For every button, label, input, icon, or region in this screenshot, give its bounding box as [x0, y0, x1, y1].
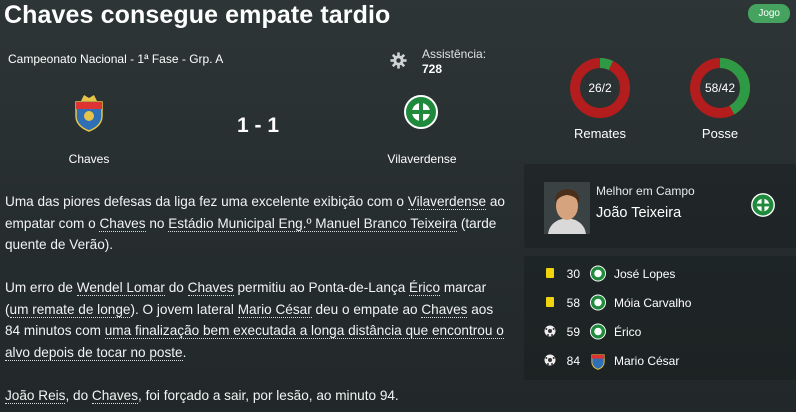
- event-player[interactable]: Móia Carvalho: [614, 296, 691, 310]
- event-row[interactable]: 84 Mario César: [524, 350, 796, 372]
- vilaverdense-crest-icon[interactable]: [404, 92, 438, 132]
- chaves-crest-icon[interactable]: [72, 92, 106, 132]
- yellow-card-icon: [546, 297, 554, 307]
- stadium-link[interactable]: Estádio Municipal Eng.º Manuel Branco Te…: [168, 215, 458, 232]
- chaves-crest-icon: [591, 354, 605, 370]
- mom-player-name[interactable]: João Teixeira: [596, 205, 681, 221]
- match-events-panel: 30 José Lopes 58 Móia Carvalho 59 Érico: [524, 256, 796, 380]
- gear-icon: [390, 52, 407, 69]
- report-paragraph: Uma das piores defesas da liga fez uma e…: [5, 191, 505, 256]
- event-player[interactable]: José Lopes: [614, 267, 675, 281]
- match-stats-panel: 26/2 Remates 58/42 Posse: [524, 44, 796, 152]
- event-player[interactable]: Érico: [614, 325, 641, 339]
- report-text: ). O jovem lateral: [130, 301, 234, 317]
- team-link[interactable]: Vilaverdense: [407, 194, 487, 210]
- team-link[interactable]: Chaves: [187, 280, 234, 296]
- possession-stat[interactable]: 58/42 Posse: [680, 56, 760, 141]
- page-title: Chaves consegue empate tardio: [4, 1, 391, 29]
- team-link[interactable]: Chaves: [421, 301, 468, 318]
- report-text: no: [149, 215, 165, 231]
- away-team-name[interactable]: Vilaverdense: [352, 152, 492, 166]
- event-player[interactable]: Mario César: [614, 354, 679, 368]
- report-text: do: [168, 280, 184, 295]
- report-paragraph: João Reis, do Chaves, foi forçado a sair…: [5, 385, 505, 407]
- event-minute: 59: [566, 325, 580, 339]
- ball-icon: [544, 325, 556, 337]
- player-link[interactable]: Érico: [409, 280, 441, 296]
- shots-value: 26/2: [588, 81, 612, 95]
- vilaverdense-crest-icon: [590, 265, 606, 282]
- report-text: permitiu ao Ponta-de-Lança: [237, 280, 406, 295]
- report-text: deu o empate ao: [315, 301, 418, 317]
- man-of-the-match-panel[interactable]: Melhor em Campo João Teixeira: [524, 164, 796, 248]
- attendance-value: 728: [422, 62, 443, 76]
- highlight-link[interactable]: um remate de longe: [9, 301, 131, 318]
- player-avatar: [544, 182, 590, 234]
- attendance-label: Assistência:: [422, 47, 487, 61]
- shots-label: Remates: [573, 126, 627, 141]
- player-link[interactable]: Wendel Lomar: [76, 280, 165, 296]
- mom-label: Melhor em Campo: [596, 184, 695, 198]
- competition-label[interactable]: Campeonato Nacional - 1ª Fase - Grp. A: [8, 52, 223, 66]
- event-row[interactable]: 30 José Lopes: [524, 263, 796, 285]
- attendance: Assistência: 728: [422, 47, 486, 77]
- home-team-name[interactable]: Chaves: [19, 152, 159, 166]
- yellow-card-icon: [546, 268, 554, 278]
- player-link[interactable]: João Reis: [5, 387, 66, 404]
- team-link[interactable]: Chaves: [99, 215, 146, 232]
- event-minute: 58: [566, 296, 580, 310]
- shots-stat[interactable]: 26/2 Remates: [560, 56, 640, 141]
- match-report: Uma das piores defesas da liga fez uma e…: [5, 191, 505, 412]
- report-text: Um erro de: [5, 280, 73, 295]
- player-link[interactable]: Mario César: [237, 301, 312, 318]
- vilaverdense-crest-icon: [590, 294, 606, 311]
- report-paragraph: Um erro de Wendel Lomar do Chaves permit…: [5, 277, 505, 363]
- report-text: .: [182, 344, 187, 360]
- event-row[interactable]: 58 Móia Carvalho: [524, 292, 796, 314]
- vilaverdense-crest-icon: [590, 323, 606, 340]
- report-text: Uma das piores defesas da liga fez uma e…: [5, 194, 404, 209]
- team-link[interactable]: Chaves: [91, 387, 139, 404]
- vilaverdense-crest-icon: [751, 193, 775, 217]
- ball-icon: [544, 354, 556, 366]
- event-minute: 84: [566, 354, 580, 368]
- jogo-button[interactable]: Jogo: [748, 4, 790, 23]
- match-score: 1 - 1: [236, 114, 280, 137]
- report-text: , foi forçado a sair, por lesão, ao minu…: [138, 387, 399, 403]
- possession-value: 58/42: [704, 81, 736, 95]
- event-row[interactable]: 59 Érico: [524, 321, 796, 343]
- possession-label: Posse: [701, 126, 739, 141]
- report-text: , do: [65, 387, 89, 403]
- event-minute: 30: [566, 267, 580, 281]
